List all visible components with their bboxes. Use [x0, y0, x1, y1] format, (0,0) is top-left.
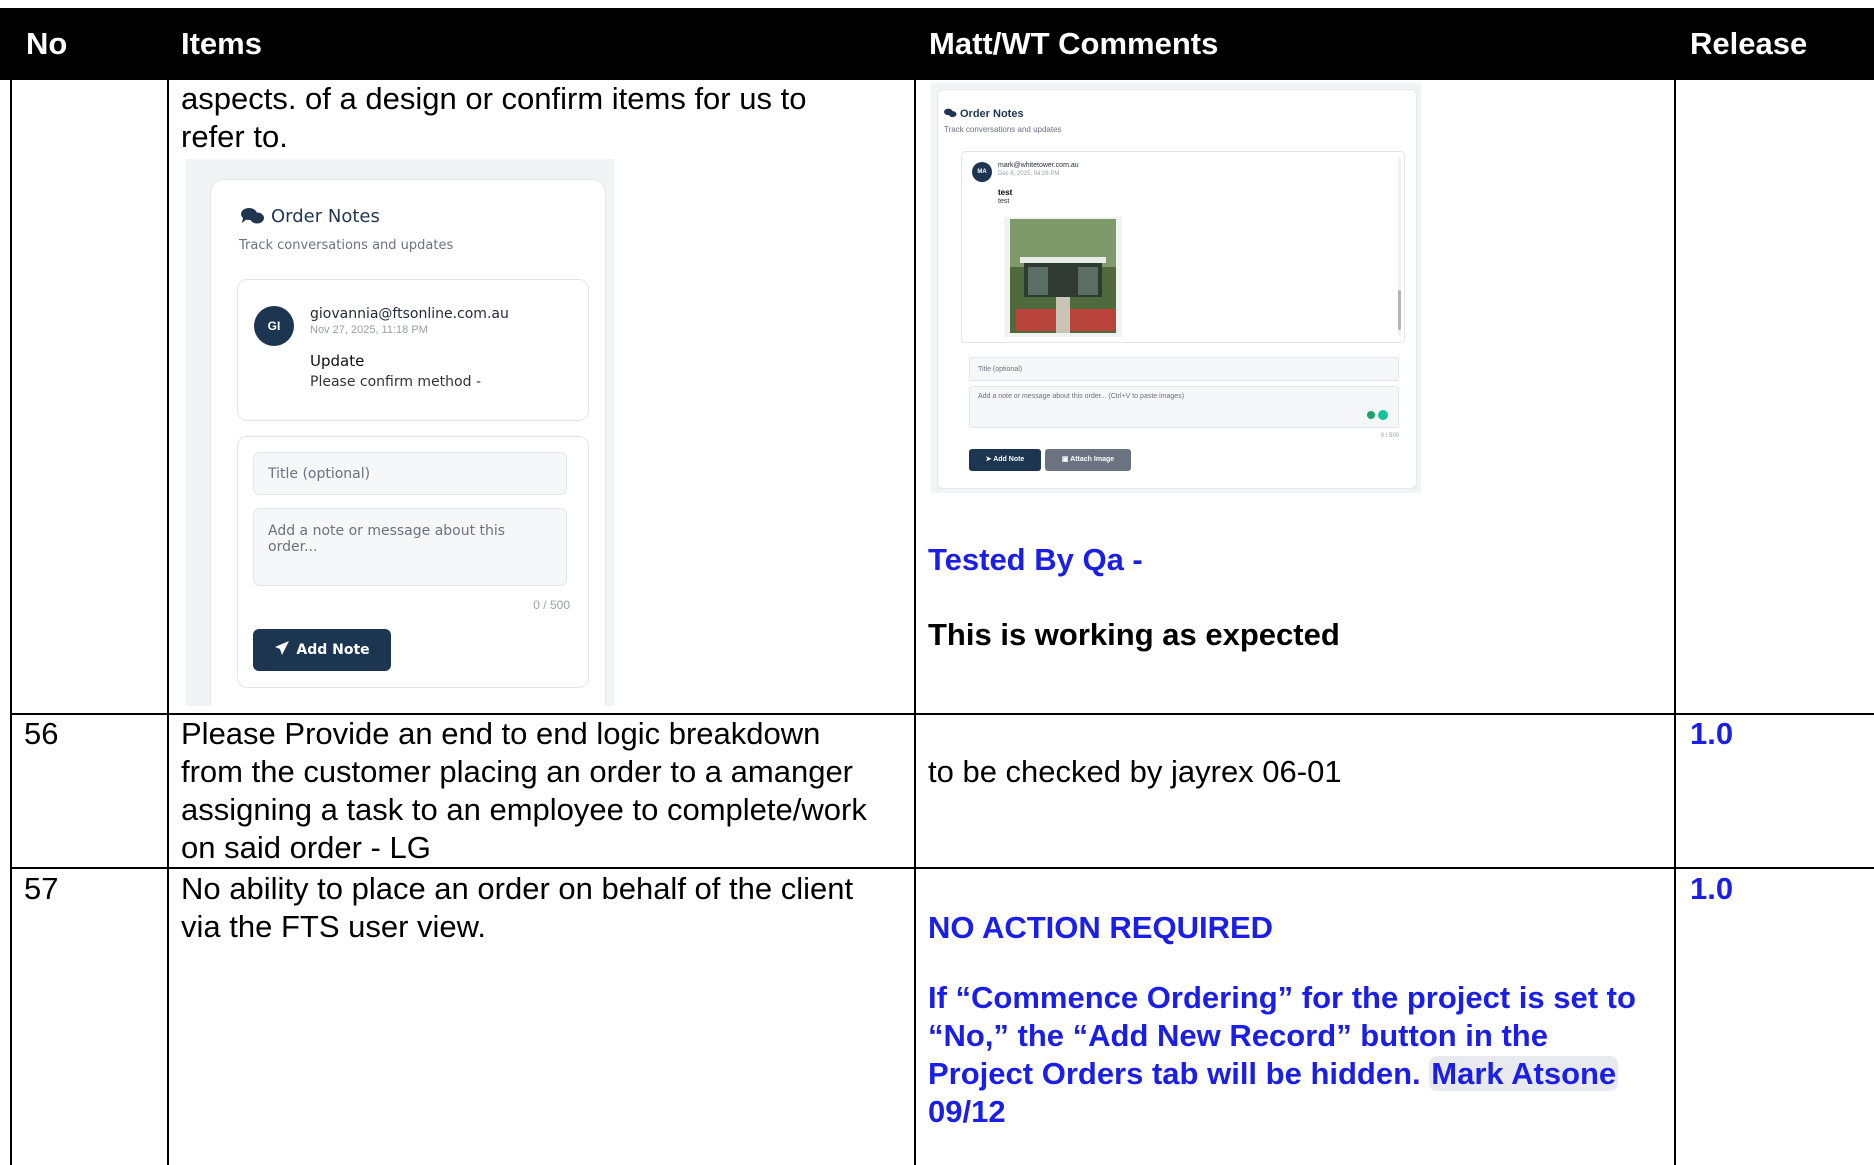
grid-line: [10, 867, 1874, 869]
items-line: assigning a task to an employee to compl…: [181, 792, 867, 827]
header-no: No: [26, 26, 68, 61]
title-input[interactable]: Title (optional): [253, 452, 567, 495]
grid-line: [167, 80, 169, 1165]
release-value: 1.0: [1690, 716, 1734, 751]
row-items-text: No ability to place an order on behalf o…: [181, 870, 853, 946]
char-counter: 0 / 500: [1380, 433, 1399, 439]
note-image: [1004, 217, 1122, 337]
mention-chip[interactable]: Mark Atsone: [1429, 1056, 1619, 1091]
row-number: 56: [24, 716, 59, 751]
add-note-label: Add Note: [296, 642, 370, 658]
tested-by-text: Tested By Qa -: [928, 542, 1143, 577]
note-author: mark@whitetower.com.au: [998, 162, 1079, 169]
note-card: GI giovannia@ftsonline.com.au Nov 27, 20…: [237, 279, 589, 421]
note-textarea[interactable]: Add a note or message about this order..…: [253, 508, 567, 586]
header-items: Items: [181, 26, 262, 61]
order-notes-screenshot: Order Notes Track conversations and upda…: [186, 159, 614, 706]
row-number: 57: [24, 871, 59, 906]
attach-image-label: Attach Image: [1070, 456, 1115, 463]
comment-line: Project Orders tab will be hidden. Mark …: [928, 1055, 1668, 1093]
items-line: refer to.: [181, 119, 288, 154]
comment-line: If “Commence Ordering” for the project i…: [928, 980, 1636, 1015]
note-body: test: [998, 198, 1010, 205]
table-header: No Items Matt/WT Comments Release: [0, 8, 1874, 80]
order-notes-title-text: Order Notes: [271, 206, 380, 227]
order-notes-card: Order Notes Track conversations and upda…: [210, 179, 606, 706]
no-action-text: NO ACTION REQUIRED: [928, 910, 1274, 945]
grid-line: [10, 80, 12, 1165]
comment-text: If “Commence Ordering” for the project i…: [928, 979, 1668, 1131]
notes-list[interactable]: MA mark@whitetower.com.au Dec 6, 2025, 0…: [961, 151, 1405, 343]
image-icon: ▣: [1061, 456, 1071, 463]
note-body: Please confirm method -: [310, 374, 482, 390]
title-input[interactable]: Title (optional): [969, 357, 1399, 381]
note-author: giovannia@ftsonline.com.au: [310, 306, 509, 322]
header-comments: Matt/WT Comments: [929, 26, 1219, 61]
items-line: from the customer placing an order to a …: [181, 754, 854, 789]
order-notes-screenshot-2: Order Notes Track conversations and upda…: [931, 83, 1421, 493]
send-icon: [275, 641, 290, 655]
note-title: test: [998, 188, 1013, 197]
order-notes-title-text: Order Notes: [960, 108, 1024, 120]
items-line: Please Provide an end to end logic break…: [181, 716, 821, 751]
items-line: via the FTS user view.: [181, 909, 486, 944]
grid-line: [914, 80, 916, 1165]
grammar-icon: [1367, 410, 1388, 420]
comment-line-text: Project Orders tab will be hidden.: [928, 1056, 1421, 1091]
note-placeholder: Add a note or message about this order..…: [978, 393, 1185, 400]
items-line: on said order - LG: [181, 830, 431, 865]
avatar: GI: [254, 306, 294, 346]
add-note-button[interactable]: ➤ Add Note: [969, 449, 1041, 471]
char-counter: 0 / 500: [533, 598, 570, 612]
add-note-label: Add Note: [993, 456, 1025, 463]
note-textarea[interactable]: Add a note or message about this order..…: [969, 386, 1399, 428]
note-date: Nov 27, 2025, 11:18 PM: [310, 324, 428, 336]
avatar: MA: [972, 162, 992, 182]
comment-text: to be checked by jayrex 06-01: [928, 754, 1342, 789]
order-notes-title: Order Notes: [241, 206, 380, 227]
order-notes-card: Order Notes Track conversations and upda…: [937, 89, 1417, 489]
header-release: Release: [1690, 26, 1808, 61]
note-title: Update: [310, 352, 365, 370]
note-form: Title (optional) Add a note or message a…: [237, 436, 589, 688]
working-text: This is working as expected: [928, 617, 1340, 652]
chat-icon: [241, 208, 264, 224]
items-line: aspects. of a design or confirm items fo…: [181, 81, 807, 116]
order-notes-subtitle: Track conversations and updates: [239, 238, 454, 253]
order-notes-title: Order Notes: [944, 108, 1024, 120]
attach-image-button[interactable]: ▣ Attach Image: [1045, 449, 1131, 471]
order-notes-subtitle: Track conversations and updates: [944, 125, 1062, 134]
note-date: Dec 6, 2025, 04:26 PM: [998, 171, 1060, 177]
items-line: No ability to place an order on behalf o…: [181, 871, 854, 906]
grid-line: [1674, 80, 1676, 1165]
row-items-text: aspects. of a design or confirm items fo…: [181, 80, 806, 156]
add-note-button[interactable]: Add Note: [253, 629, 391, 671]
house-photo: [1010, 219, 1116, 333]
row-items-text: Please Provide an end to end logic break…: [181, 715, 867, 867]
comment-date: 09/12: [928, 1094, 1006, 1129]
release-value: 1.0: [1690, 871, 1734, 906]
comment-line: “No,” the “Add New Record” button in the: [928, 1018, 1548, 1053]
chat-icon: [944, 108, 957, 118]
scrollbar-thumb[interactable]: [1398, 290, 1401, 330]
